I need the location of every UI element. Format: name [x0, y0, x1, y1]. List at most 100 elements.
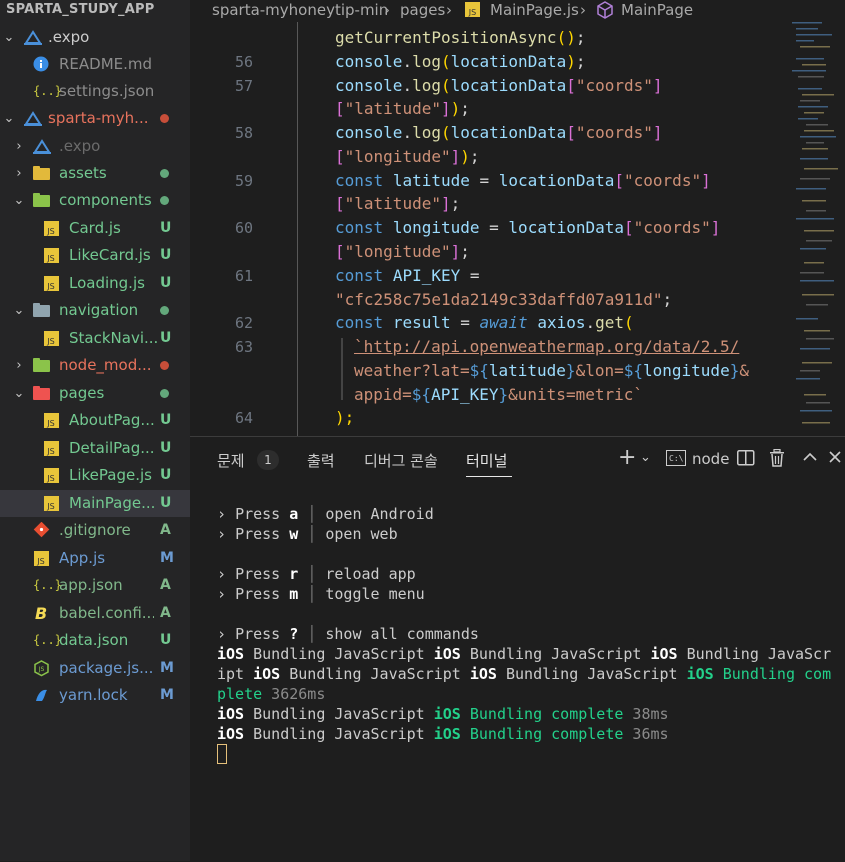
maximize-panel-icon[interactable] — [802, 449, 818, 471]
tree-item-label: AboutPag... — [69, 411, 154, 429]
token-string: "coords" — [633, 218, 711, 237]
tree-item-gitignore[interactable]: .gitignore A — [0, 517, 190, 544]
code-line: 57 console.log(locationData["coords"] — [190, 74, 790, 98]
tree-item-pages[interactable]: ⌄ pages — [0, 380, 190, 407]
tab-output[interactable]: 출력 — [307, 450, 335, 471]
chevron-down-icon[interactable]: ⌄ — [640, 447, 651, 469]
tree-item-label: yarn.lock — [59, 686, 128, 704]
tree-item-likecard-js[interactable]: JS LikeCard.js U — [0, 242, 190, 269]
token-template: } — [565, 361, 576, 380]
token-punct: ; — [460, 242, 470, 261]
breadcrumb-subfolder[interactable]: pages — [400, 0, 445, 20]
tree-item-components[interactable]: ⌄ components — [0, 187, 190, 214]
tab-debug-console[interactable]: 디버그 콘솔 — [364, 450, 438, 471]
tree-item-mainpage[interactable]: JS MainPage... U — [0, 490, 190, 517]
token-var: locationData — [450, 76, 567, 95]
tree-item-expo-inner[interactable]: › .expo — [0, 133, 190, 160]
git-status-badge: U — [160, 495, 172, 511]
tree-item-label: DetailPag... — [69, 439, 154, 457]
node-folder-icon — [33, 357, 51, 374]
svg-text:C:\: C:\ — [669, 454, 684, 463]
tree-item-app-json[interactable]: {..} app.json A — [0, 572, 190, 599]
tree-item-package-json[interactable]: JS package.js... M — [0, 655, 190, 682]
tree-item-stacknavigator[interactable]: JS StackNavi... U — [0, 325, 190, 352]
line-number: 59 — [234, 172, 253, 190]
code-line: ["latitude"]); — [190, 97, 790, 121]
tree-item-label: node_mod... — [59, 356, 152, 374]
token-function: log — [412, 76, 441, 95]
token-punct: . — [585, 313, 596, 332]
token-var: latitude — [392, 171, 470, 190]
plus-icon[interactable]: + — [618, 447, 636, 469]
token-string: "longitude" — [344, 147, 451, 166]
modified-dot-icon — [160, 361, 169, 370]
breadcrumb-folder[interactable]: sparta-myhoneytip-min — [212, 0, 388, 20]
token-paren: ( — [440, 52, 451, 71]
tree-item-navigation[interactable]: ⌄ navigation — [0, 297, 190, 324]
token-string: "longitude" — [344, 242, 451, 261]
code-line: ["latitude"]; — [190, 192, 790, 216]
svg-text:JS: JS — [38, 666, 45, 673]
token-function: log — [412, 123, 441, 142]
folder-open-icon — [33, 302, 51, 319]
tab-terminal[interactable]: 터미널 — [466, 450, 507, 471]
tree-item-detailpage[interactable]: JS DetailPag... U — [0, 435, 190, 462]
yarn-icon — [33, 687, 51, 704]
token-var: API_KEY — [431, 385, 499, 404]
tree-item-card-js[interactable]: JS Card.js U — [0, 215, 190, 242]
tree-item-label: MainPage... — [69, 494, 154, 512]
tree-item-label: babel.confi... — [59, 604, 154, 622]
token-string: "coords" — [575, 76, 653, 95]
breadcrumb-symbol[interactable]: MainPage — [621, 0, 693, 20]
chevron-right-icon: › — [16, 139, 22, 154]
tree-item-babel-config[interactable]: B babel.confi... A — [0, 600, 190, 627]
token-paren: ( — [440, 76, 451, 95]
token-bracket: [ — [624, 218, 634, 237]
code-line: 59 const latitude = locationData["coords… — [190, 169, 790, 193]
tree-item-label: LikePage.js — [69, 466, 152, 484]
tree-item-settings-json[interactable]: {..} settings.json — [0, 78, 190, 105]
tree-item-loading-js[interactable]: JS Loading.js U — [0, 270, 190, 297]
tree-item-node-modules[interactable]: › node_mod... — [0, 352, 190, 379]
tree-item-readme[interactable]: README.md — [0, 51, 190, 78]
tree-item-label: components — [59, 191, 152, 209]
babel-icon: B — [35, 604, 48, 623]
breadcrumb-file[interactable]: MainPage.js — [490, 0, 579, 20]
components-folder-icon — [33, 192, 51, 209]
minimap[interactable] — [790, 18, 840, 436]
split-terminal-icon[interactable] — [737, 450, 755, 472]
token-var: longitude — [392, 218, 480, 237]
tree-item-aboutpage[interactable]: JS AboutPag... U — [0, 407, 190, 434]
explorer-title[interactable]: SPARTA_STUDY_APP — [6, 0, 154, 20]
trash-icon[interactable] — [769, 448, 785, 471]
line-number: 56 — [234, 53, 253, 71]
token-punct: = — [479, 218, 509, 237]
chevron-down-icon: ⌄ — [3, 30, 15, 45]
tree-item-yarn-lock[interactable]: yarn.lock M — [0, 682, 190, 709]
svg-text:JS: JS — [46, 227, 54, 236]
token-punct: = — [469, 171, 499, 190]
tree-item-data-json[interactable]: {..} data.json U — [0, 627, 190, 654]
code-line: getCurrentPositionAsync(); — [190, 26, 790, 50]
token-paren: ) — [460, 147, 470, 166]
code-editor[interactable]: sparta-myhoneytip-min › pages › JS MainP… — [190, 0, 845, 436]
code-line: weather?lat=${latitude}&lon=${longitude}… — [190, 359, 790, 383]
tree-item-label: .gitignore — [59, 521, 131, 539]
token-punct: ; — [575, 28, 586, 47]
token-bracket: ] — [440, 99, 451, 118]
tree-item-sparta-folder[interactable]: ⌄ sparta-myh... — [0, 105, 190, 132]
token-punct: ; — [460, 99, 470, 118]
tab-problems[interactable]: 문제 — [217, 450, 245, 471]
git-status-badge: A — [160, 605, 171, 621]
tree-item-expo-root[interactable]: ⌄ .expo — [0, 24, 190, 51]
token-var: console — [335, 52, 403, 71]
terminal-name-dropdown[interactable]: node — [692, 450, 729, 468]
chevron-right-icon: › — [384, 1, 390, 19]
tree-item-app-js[interactable]: JS App.js M — [0, 545, 190, 572]
tree-item-assets[interactable]: › assets — [0, 160, 190, 187]
token-bracket: ] — [701, 171, 711, 190]
close-panel-icon[interactable] — [827, 449, 843, 471]
token-bracket: [ — [566, 76, 576, 95]
untracked-dot-icon — [160, 389, 169, 398]
tree-item-likepage[interactable]: JS LikePage.js U — [0, 462, 190, 489]
